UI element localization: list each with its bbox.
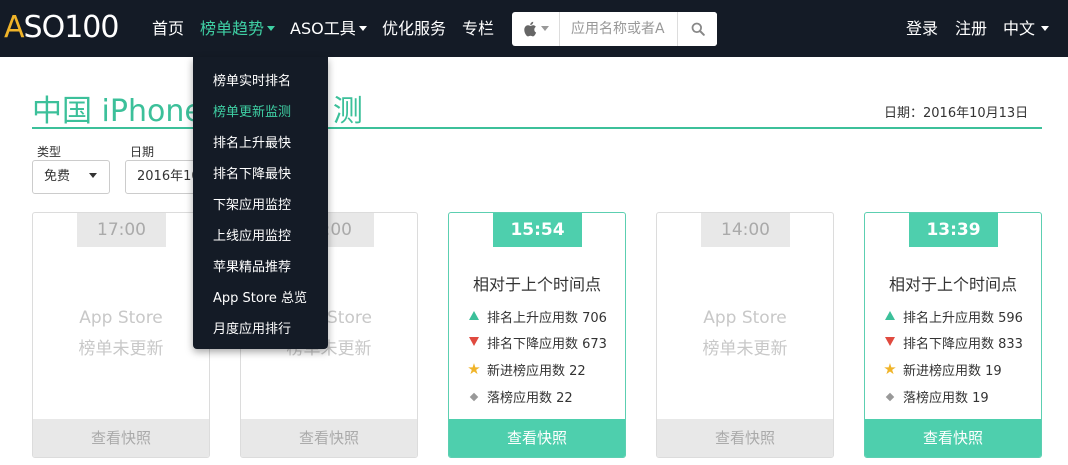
title-divider	[32, 127, 1042, 129]
chevron-down-icon	[358, 26, 367, 31]
nav-item-optimize[interactable]: 优化服务	[382, 0, 446, 57]
card-not-updated: 榜单未更新	[702, 339, 788, 359]
stat-new-entries: ★ 新进榜应用数 19	[883, 359, 1002, 379]
card-relative-label: 相对于上个时间点	[472, 275, 601, 294]
arrow-up-icon	[469, 311, 479, 320]
card-time: 17:00	[77, 213, 166, 247]
view-snapshot-button[interactable]: 查看快照	[657, 419, 833, 457]
card-time: 15:54	[493, 213, 582, 247]
snapshot-card: 17:00 App Store 榜单未更新 查看快照	[32, 212, 210, 458]
search-input[interactable]	[560, 12, 677, 46]
login-link[interactable]: 登录	[906, 0, 938, 57]
search-icon	[691, 22, 705, 36]
logo-accent: A	[4, 10, 25, 45]
nav-item-home[interactable]: 首页	[152, 0, 184, 57]
register-link[interactable]: 注册	[955, 0, 987, 57]
chevron-down-icon	[267, 26, 276, 31]
card-relative-label: 相对于上个时间点	[888, 275, 1017, 294]
top-navbar: ASO100 首页 榜单趋势 ASO工具 优化服务 专栏 登录 注册 中文	[0, 0, 1068, 57]
logo-text: SO100	[23, 10, 120, 45]
view-snapshot-button[interactable]: 查看快照	[33, 419, 209, 457]
menu-item-realtime-rank[interactable]: 榜单实时排名	[213, 70, 291, 89]
current-date: 日期：2016年10月13日	[884, 106, 1029, 121]
chevron-down-icon	[89, 173, 97, 178]
arrow-down-icon	[885, 337, 895, 346]
stat-rank-down: 排名下降应用数 833	[883, 333, 1023, 352]
stat-rank-up: 排名上升应用数 706	[467, 307, 607, 326]
menu-item-fastest-rise[interactable]: 排名上升最快	[213, 132, 291, 151]
nav-item-rank-trend[interactable]: 榜单趋势	[200, 0, 276, 57]
card-not-updated: 榜单未更新	[78, 339, 164, 359]
menu-item-apple-featured[interactable]: 苹果精品推荐	[213, 256, 291, 275]
chevron-down-icon	[1041, 26, 1050, 31]
snapshot-card: 14:00 App Store 榜单未更新 查看快照	[656, 212, 834, 458]
nav-item-aso-tools[interactable]: ASO工具	[290, 0, 367, 57]
card-store-label: App Store	[703, 308, 787, 328]
apple-icon	[523, 21, 536, 37]
star-icon: ★	[467, 359, 481, 378]
stat-dropped: 落榜应用数 19	[883, 387, 989, 406]
card-time: 14:00	[701, 213, 790, 247]
stat-rank-down: 排名下降应用数 673	[467, 333, 607, 352]
snapshot-card: 15:54 相对于上个时间点 排名上升应用数 706 排名下降应用数 673 ★…	[448, 212, 626, 458]
platform-selector[interactable]	[512, 12, 560, 46]
star-icon: ★	[883, 359, 897, 378]
view-snapshot-button[interactable]: 查看快照	[241, 419, 417, 457]
rank-trend-dropdown: 榜单实时排名 榜单更新监测 排名上升最快 排名下降最快 下架应用监控 上线应用监…	[193, 57, 328, 349]
arrow-down-icon	[469, 337, 479, 346]
menu-item-monthly-ranking[interactable]: 月度应用排行	[213, 318, 291, 337]
chevron-down-icon	[540, 25, 549, 31]
logo[interactable]: ASO100	[4, 10, 120, 45]
snapshot-card: 13:39 相对于上个时间点 排名上升应用数 596 排名下降应用数 833 ★…	[864, 212, 1042, 458]
menu-item-appstore-overview[interactable]: App Store 总览	[213, 287, 307, 306]
date-label: 日期	[130, 145, 155, 159]
type-select[interactable]: 免费	[32, 160, 110, 194]
view-snapshot-button[interactable]: 查看快照	[865, 419, 1041, 457]
stat-new-entries: ★ 新进榜应用数 22	[467, 359, 586, 379]
type-label: 类型	[37, 145, 62, 159]
diamond-icon	[469, 392, 479, 402]
menu-item-new-apps[interactable]: 上线应用监控	[213, 225, 291, 244]
stat-dropped: 落榜应用数 22	[467, 387, 573, 406]
nav-item-column[interactable]: 专栏	[462, 0, 494, 57]
stat-rank-up: 排名上升应用数 596	[883, 307, 1023, 326]
arrow-up-icon	[885, 311, 895, 320]
search-button[interactable]	[677, 12, 717, 46]
view-snapshot-button[interactable]: 查看快照	[449, 419, 625, 457]
language-selector[interactable]: 中文	[1003, 0, 1050, 57]
card-store-label: App Store	[79, 308, 163, 328]
search-box	[512, 12, 717, 46]
menu-item-update-monitor[interactable]: 榜单更新监测	[213, 101, 291, 120]
menu-item-fastest-drop[interactable]: 排名下降最快	[213, 163, 291, 182]
diamond-icon	[885, 392, 895, 402]
card-time: 13:39	[909, 213, 998, 247]
menu-item-removed-apps[interactable]: 下架应用监控	[213, 194, 291, 213]
